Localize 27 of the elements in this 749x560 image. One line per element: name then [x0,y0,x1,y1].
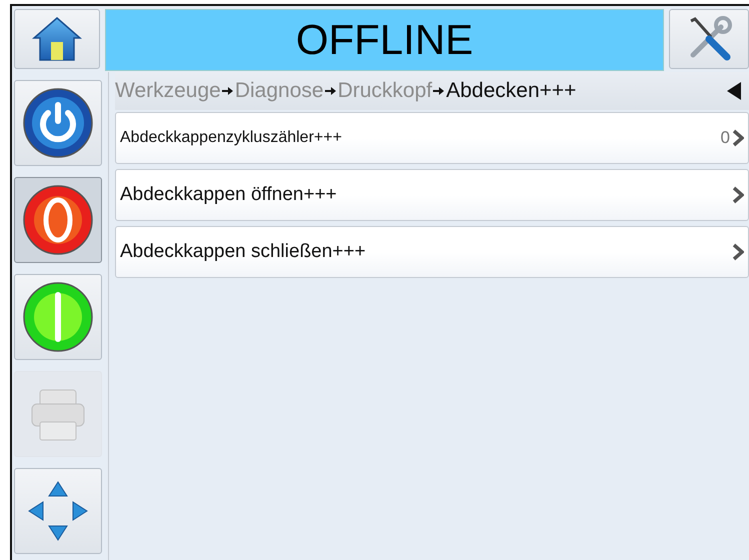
house-icon [32,16,82,62]
start-button[interactable] [14,274,102,360]
menu-row[interactable]: Abdeckkappenzykluszähler+++ 0 [115,112,749,164]
navigation-arrows-icon [27,480,89,542]
breadcrumb-item[interactable]: Abdecken+++ [446,79,576,103]
chevron-icon [732,186,744,204]
stop-icon [22,184,94,256]
menu-row[interactable]: Abdeckkappen schließen+++ [115,226,749,278]
menu-row[interactable]: Abdeckkappen öffnen+++ [115,169,749,221]
home-button[interactable] [14,9,100,69]
chevron-icon [732,243,744,261]
arrow-icon [324,86,337,96]
power-icon [22,87,94,159]
chevron-icon [732,129,744,147]
row-value: 0 [720,128,730,148]
tools-button[interactable] [669,9,749,69]
power-button[interactable] [14,80,102,166]
row-label: Abdeckkappen schließen+++ [120,241,367,263]
row-label: Abdeckkappen öffnen+++ [120,184,338,206]
back-icon[interactable] [727,82,741,100]
stop-button[interactable] [14,177,102,263]
arrow-icon [222,86,234,96]
row-label: Abdeckkappenzykluszähler+++ [120,129,343,147]
navigate-button[interactable] [14,468,102,554]
status-banner: OFFLINE [105,9,664,71]
start-icon [22,281,94,353]
arrow-icon [433,86,446,96]
